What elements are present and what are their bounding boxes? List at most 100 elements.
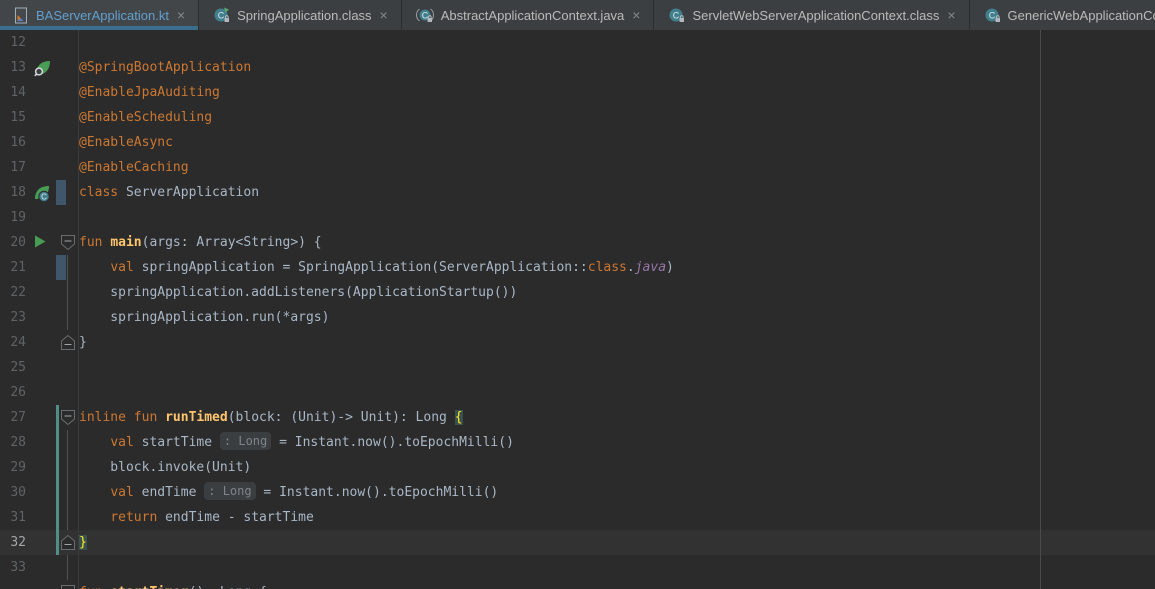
code-line[interactable]: 18 Cclass ServerApplication	[0, 180, 1155, 205]
vcs-modified-marker[interactable]	[56, 180, 66, 205]
close-icon[interactable]: ×	[379, 8, 389, 22]
gutter[interactable]: 23	[0, 305, 79, 330]
vcs-added-marker[interactable]	[56, 405, 59, 430]
gutter[interactable]: 31	[0, 505, 79, 530]
fold-marker-start-icon[interactable]	[60, 584, 76, 589]
code-line[interactable]: 12	[0, 30, 1155, 55]
gutter[interactable]: 28	[0, 430, 79, 455]
gutter[interactable]: 20	[0, 230, 79, 255]
code-line[interactable]: 29 block.invoke(Unit)	[0, 455, 1155, 480]
vcs-modified-marker[interactable]	[56, 255, 66, 280]
close-icon[interactable]: ×	[176, 8, 186, 22]
gutter[interactable]: 24	[0, 330, 79, 355]
vcs-added-marker[interactable]	[56, 455, 59, 480]
gutter[interactable]: 16	[0, 130, 79, 155]
tab-label: BAServerApplication.kt	[36, 7, 169, 23]
line-number: 20	[10, 235, 26, 250]
code-line[interactable]: 17 @EnableCaching	[0, 155, 1155, 180]
token: @EnableAsync	[79, 135, 173, 150]
line-number: 24	[10, 335, 26, 350]
current-code-line[interactable]: 32}	[0, 530, 1155, 555]
code-text: @EnableScheduling	[79, 105, 1155, 130]
class-locked-icon: C	[984, 7, 1001, 23]
code-line[interactable]: 25	[0, 355, 1155, 380]
line-number: 14	[10, 85, 26, 100]
code-text: fun main(args: Array<String>) {	[79, 230, 1155, 255]
code-line[interactable]: 31 return endTime - startTime	[0, 505, 1155, 530]
gutter[interactable]: 18 C	[0, 180, 79, 205]
svg-text:C: C	[41, 193, 47, 202]
gutter[interactable]: 26	[0, 380, 79, 405]
code-line[interactable]: 28 val startTime : Long = Instant.now().…	[0, 430, 1155, 455]
line-number: 30	[10, 485, 26, 500]
gutter[interactable]: 17	[0, 155, 79, 180]
code-line[interactable]: 15 @EnableScheduling	[0, 105, 1155, 130]
fold-marker-start-icon[interactable]	[60, 234, 76, 251]
gutter[interactable]	[0, 580, 79, 589]
class-runnable-icon: C	[213, 7, 230, 23]
gutter[interactable]: 22	[0, 280, 79, 305]
line-number: 18	[10, 185, 26, 200]
code-line[interactable]: 33	[0, 555, 1155, 580]
code-line[interactable]: 19	[0, 205, 1155, 230]
code-line[interactable]: 26	[0, 380, 1155, 405]
code-text: inline fun runTimed(block: (Unit)-> Unit…	[79, 405, 1155, 430]
gutter[interactable]: 13	[0, 55, 79, 80]
gutter[interactable]: 33	[0, 555, 79, 580]
vcs-added-marker[interactable]	[56, 505, 59, 530]
code-line[interactable]: fun startTimer(): Long {	[0, 580, 1155, 589]
editor-tab[interactable]: BAServerApplication.kt ×	[0, 0, 200, 30]
gutter[interactable]: 14	[0, 80, 79, 105]
gutter[interactable]: 15	[0, 105, 79, 130]
editor-tab[interactable]: C SpringApplication.class ×	[199, 0, 402, 30]
code-line[interactable]: 24}	[0, 330, 1155, 355]
tab-label: ServletWebServerApplicationContext.class	[692, 7, 940, 23]
gutter[interactable]: 30	[0, 480, 79, 505]
code-line[interactable]: 13 @SpringBootApplication	[0, 55, 1155, 80]
token: endTime	[141, 485, 205, 500]
code-text: @SpringBootApplication	[79, 55, 1155, 80]
editor-tab[interactable]: CGenericWebApplicationContext.class×	[969, 0, 1155, 30]
close-icon[interactable]: ×	[631, 8, 641, 22]
close-icon[interactable]: ×	[946, 8, 956, 22]
spring-search-icon[interactable]	[33, 59, 51, 77]
gutter[interactable]: 25	[0, 355, 79, 380]
code-line[interactable]: 27 inline fun runTimed(block: (Unit)-> Un…	[0, 405, 1155, 430]
fold-marker-end-icon[interactable]	[60, 334, 76, 351]
code-text: springApplication.addListeners(Applicati…	[79, 280, 1155, 305]
vcs-added-marker[interactable]	[56, 430, 59, 455]
spring-class-icon[interactable]: C	[33, 184, 51, 203]
code-line[interactable]: 23 springApplication.run(*args)	[0, 305, 1155, 330]
fold-connector-line	[67, 480, 68, 505]
gutter[interactable]: 12	[0, 30, 79, 55]
code-line[interactable]: 21 val springApplication = SpringApplica…	[0, 255, 1155, 280]
fold-marker-start-icon[interactable]	[60, 409, 76, 426]
editor-tab-bar: BAServerApplication.kt × C SpringApplicatio…	[0, 0, 1155, 30]
vcs-added-marker[interactable]	[56, 530, 59, 555]
fold-marker-end-icon[interactable]	[60, 534, 76, 551]
gutter[interactable]: 21	[0, 255, 79, 280]
gutter[interactable]: 32	[0, 530, 79, 555]
token: springApplication.addListeners(Applicati…	[79, 285, 518, 300]
code-line[interactable]: 16 @EnableAsync	[0, 130, 1155, 155]
code-line[interactable]: 14 @EnableJpaAuditing	[0, 80, 1155, 105]
editor-tab[interactable]: C AbstractApplicationContext.java ×	[401, 0, 655, 30]
gutter[interactable]: 27	[0, 405, 79, 430]
editor-tab[interactable]: C ServletWebServerApplicationContext.clas…	[654, 0, 970, 30]
code-line[interactable]: 22 springApplication.addListeners(Applic…	[0, 280, 1155, 305]
run-icon[interactable]	[33, 234, 51, 252]
code-line[interactable]: 20 fun main(args: Array<String>) {	[0, 230, 1155, 255]
gutter[interactable]: 29	[0, 455, 79, 480]
line-number: 12	[10, 35, 26, 50]
code-text: }	[79, 330, 1155, 355]
vcs-added-marker[interactable]	[56, 480, 59, 505]
tab-label: GenericWebApplicationContext.class	[1007, 7, 1155, 23]
code-line[interactable]: 30 val endTime : Long = Instant.now().to…	[0, 480, 1155, 505]
code-text: @EnableCaching	[79, 155, 1155, 180]
code-text: class ServerApplication	[79, 180, 1155, 205]
code-editor[interactable]: 12 13 @SpringBootApplication 14 @EnableJpaAu…	[0, 30, 1155, 589]
abstract-class-icon: C	[415, 7, 434, 23]
gutter[interactable]: 19	[0, 205, 79, 230]
